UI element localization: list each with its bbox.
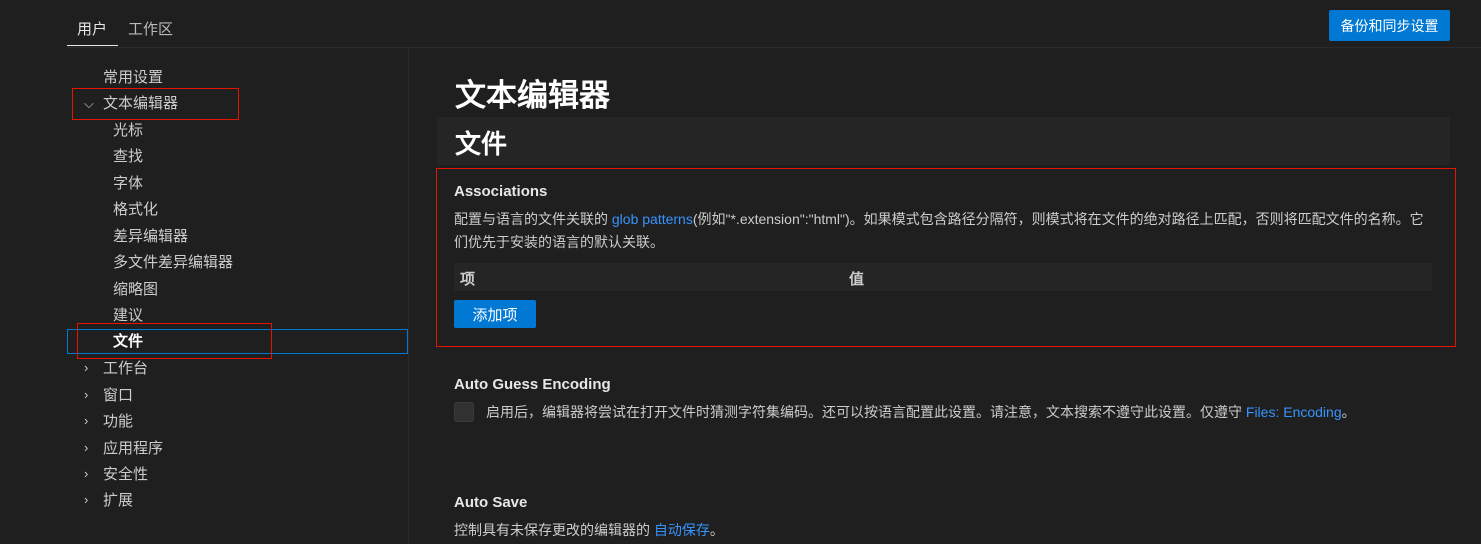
desc-text: 。 [709,522,724,538]
chevron-right-icon[interactable]: › [84,360,88,375]
desc-text: 控制具有未保存更改的编辑器的 [454,522,654,538]
setting-description: 启用后，编辑器将尝试在打开文件时猜测字符集编码。还可以按语言配置此设置。请注意，… [486,401,1386,424]
toc-group[interactable]: 安全性 [103,462,148,488]
toc-item[interactable]: 字体 [113,171,143,197]
toc-group[interactable]: 应用程序 [103,436,163,462]
active-tab-indicator [67,45,118,46]
toc-group[interactable]: 工作台 [103,356,148,382]
desc-text: 。 [1341,404,1356,420]
divider [67,47,1481,48]
auto-guess-encoding-checkbox[interactable] [454,402,474,422]
chevron-right-icon[interactable]: › [84,440,88,455]
desc-text: 配置与语言的文件关联的 [454,211,612,227]
chevron-right-icon[interactable]: › [84,413,88,428]
tab-workspace[interactable]: 工作区 [128,18,173,39]
setting-title: Auto Save [454,494,528,511]
section-title: 文件 [455,129,508,159]
section-header: 文件 [437,117,1450,165]
setting-description: 控制具有未保存更改的编辑器的 自动保存。 [454,519,724,542]
sidebar-divider [408,48,409,544]
toc-group[interactable]: 功能 [103,409,133,435]
page-title: 文本编辑器 [455,78,610,113]
setting-title: Auto Guess Encoding [454,376,611,393]
toc-item[interactable]: 查找 [113,144,143,170]
column-value: 值 [849,271,865,288]
backup-sync-button[interactable]: 备份和同步设置 [1329,10,1450,41]
toc-group[interactable]: 扩展 [103,488,133,514]
setting-title: Associations [454,183,548,200]
column-item: 项 [460,271,476,288]
toc-item[interactable]: 多文件差异编辑器 [113,250,233,276]
annotation-box [72,88,239,120]
annotation-box [436,168,1456,347]
chevron-right-icon[interactable]: › [84,466,88,481]
files-encoding-link[interactable]: Files: Encoding [1246,404,1342,420]
toc-item[interactable]: 差异编辑器 [113,224,188,250]
tab-user[interactable]: 用户 [77,18,107,39]
annotation-box [77,323,272,359]
desc-text: 启用后，编辑器将尝试在打开文件时猜测字符集编码。还可以按语言配置此设置。请注意，… [486,404,1246,420]
table-header: 项 值 [454,263,1432,291]
toc-item[interactable]: 光标 [113,118,143,144]
glob-patterns-link[interactable]: glob patterns [612,211,693,227]
toc-item[interactable]: 格式化 [113,197,158,223]
toc-group[interactable]: 窗口 [103,383,133,409]
add-item-button[interactable]: 添加项 [454,300,536,328]
toc-item[interactable]: 缩略图 [113,277,158,303]
chevron-right-icon[interactable]: › [84,492,88,507]
auto-save-link[interactable]: 自动保存 [654,522,710,538]
setting-description: 配置与语言的文件关联的 glob patterns(例如"*.extension… [454,208,1434,254]
chevron-right-icon[interactable]: › [84,387,88,402]
